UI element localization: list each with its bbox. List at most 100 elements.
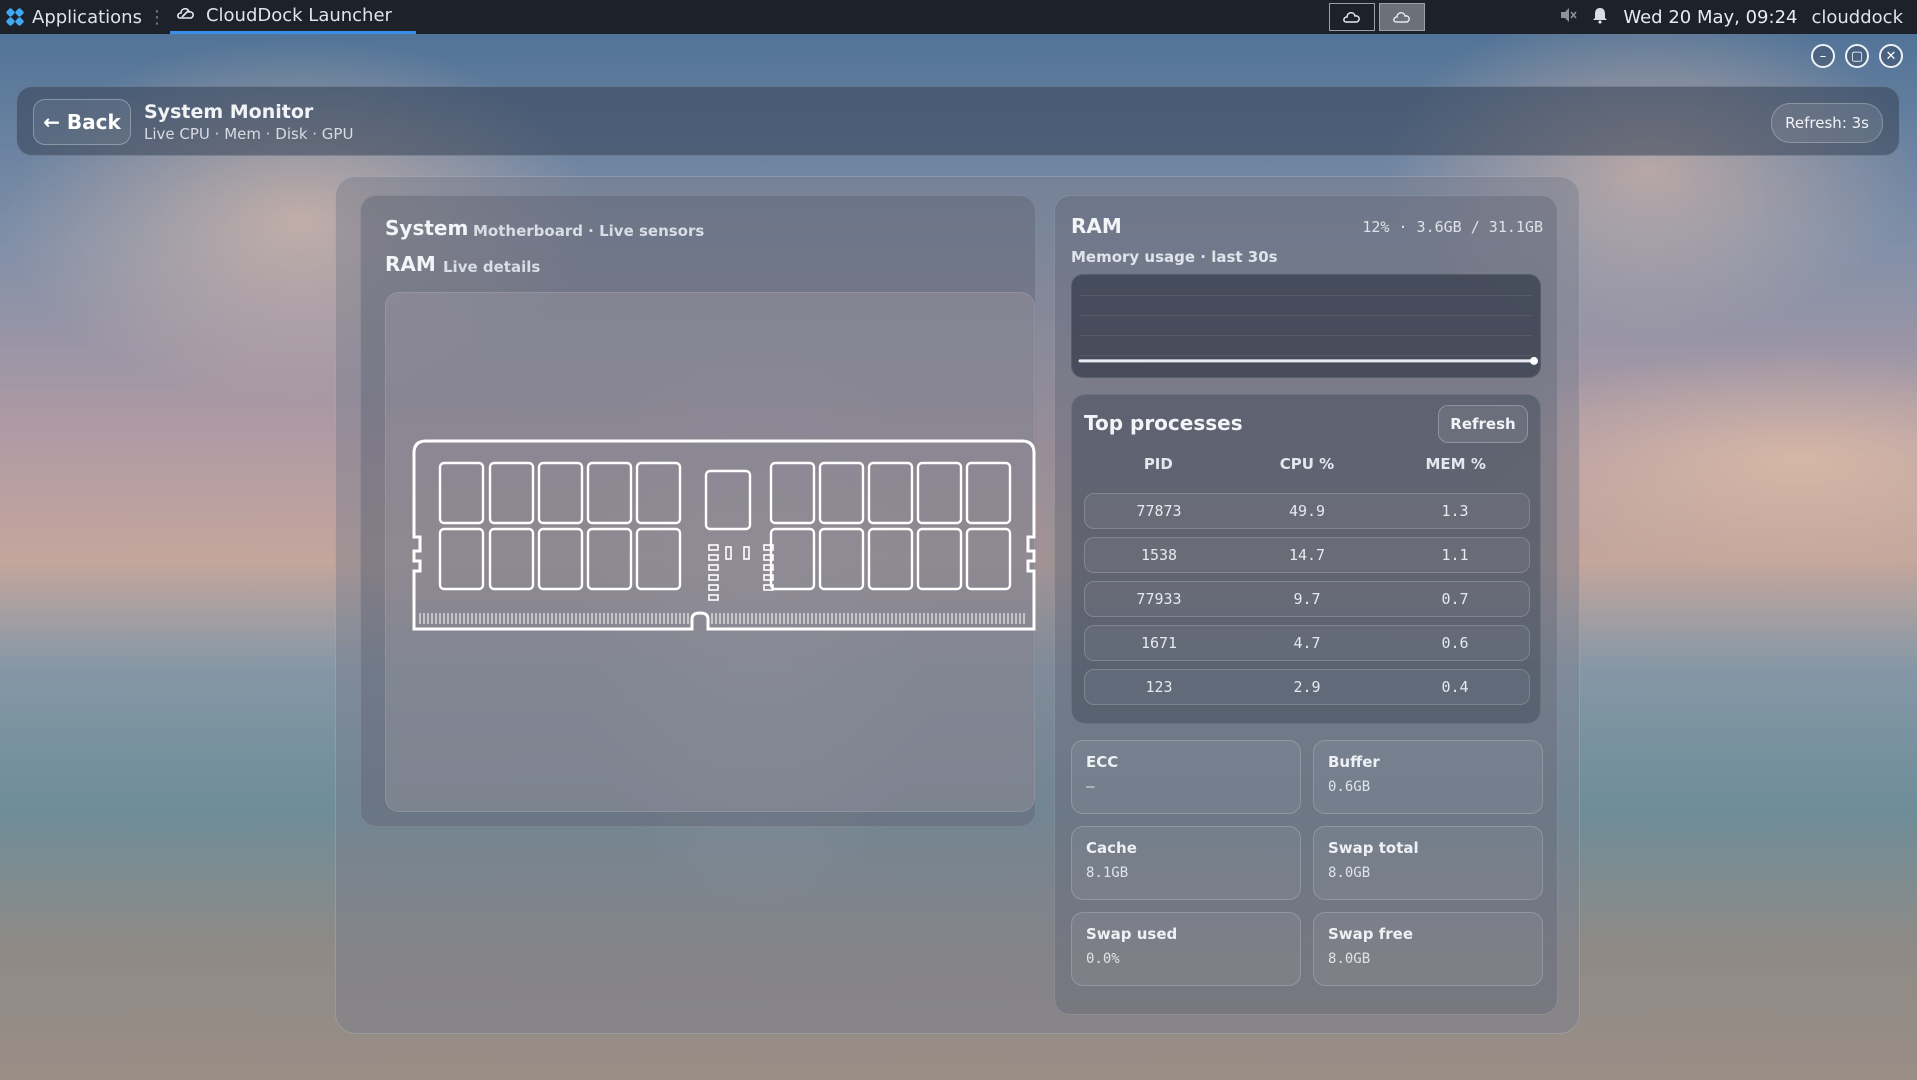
username[interactable]: clouddock (1811, 7, 1903, 28)
taskbar-task-clouddock[interactable]: CloudDock Launcher (169, 0, 416, 34)
mem-cell: 1.1 (1441, 546, 1469, 564)
main-panel: System Motherboard · Live sensors RAM Li… (335, 176, 1580, 1034)
ram-visual-area (385, 292, 1036, 812)
memory-chip (769, 461, 816, 525)
stat-swap-free: Swap free 8.0GB (1313, 912, 1543, 986)
stat-swap-total: Swap total 8.0GB (1313, 826, 1543, 900)
task-label: CloudDock Launcher (205, 5, 392, 26)
pid-cell: 77873 (1136, 502, 1182, 520)
stat-label: Swap used (1086, 925, 1178, 943)
stat-label: Swap free (1328, 925, 1414, 943)
memory-stats-grid: ECC – Buffer 0.6GB Cache 8.1GB Swap tota… (1071, 740, 1543, 986)
mem-cell: 1.3 (1441, 502, 1469, 520)
cloud-icon (1343, 12, 1361, 23)
top-processes-card: Top processes Refresh PID CPU % MEM % 77… (1071, 394, 1541, 724)
memory-chip (488, 527, 535, 591)
clock[interactable]: Wed 20 May, 09:24 (1623, 7, 1797, 28)
processes-table-header: PID CPU % MEM % (1084, 455, 1530, 473)
page-subtitle: Live CPU · Mem · Disk · GPU (144, 125, 354, 143)
memory-chip (635, 527, 682, 591)
taskbar-separator: ⋮ (147, 6, 166, 28)
memory-chip (438, 461, 485, 525)
ram-usage-summary: 12% · 3.6GB / 31.1GB (1362, 218, 1543, 236)
table-row[interactable]: 77873 49.9 1.3 (1084, 493, 1530, 529)
memory-chip (965, 461, 1012, 525)
app-header: ← Back System Monitor Live CPU · Mem · D… (16, 86, 1900, 156)
system-subtitle: Motherboard · Live sensors (473, 222, 705, 240)
top-processes-title: Top processes (1084, 411, 1243, 435)
stat-ecc: ECC – (1071, 740, 1301, 814)
memory-chip (488, 461, 535, 525)
table-row[interactable]: 123 2.9 0.4 (1084, 669, 1530, 705)
table-row[interactable]: 1671 4.7 0.6 (1084, 625, 1530, 661)
cloud-icon (1393, 12, 1411, 23)
stat-label: ECC (1086, 753, 1119, 771)
memory-chip (586, 461, 633, 525)
cpu-cell: 49.9 (1288, 502, 1326, 520)
memory-chip (867, 527, 914, 591)
applications-label: Applications (32, 6, 142, 28)
memory-chip (537, 461, 584, 525)
memory-chip (867, 461, 914, 525)
column-header-cpu[interactable]: CPU % (1233, 455, 1382, 473)
cpu-cell: 4.7 (1293, 634, 1321, 652)
pid-cell: 123 (1145, 678, 1173, 696)
stat-buffer: Buffer 0.6GB (1313, 740, 1543, 814)
back-button[interactable]: ← Back (33, 99, 131, 145)
memory-chip (916, 527, 963, 591)
close-icon[interactable]: ✕ (1879, 44, 1903, 68)
system-card: System Motherboard · Live sensors RAM Li… (360, 195, 1036, 827)
stat-value: – (1086, 779, 1095, 795)
memory-graph-label: Memory usage · last 30s (1071, 248, 1278, 266)
stat-value: 8.0GB (1328, 865, 1371, 881)
workspace-1-button[interactable] (1329, 3, 1376, 31)
memory-usage-point (1530, 356, 1538, 365)
window-controls: – ▢ ✕ (1811, 44, 1903, 68)
ram-details-card: RAM 12% · 3.6GB / 31.1GB Memory usage · … (1054, 195, 1558, 1015)
mem-cell: 0.7 (1441, 590, 1469, 608)
pid-cell: 77933 (1136, 590, 1182, 608)
stat-value: 0.6GB (1328, 779, 1371, 795)
stat-value: 0.0% (1086, 951, 1120, 967)
memory-chip (769, 527, 816, 591)
memory-chip (818, 527, 865, 591)
spd-chip (704, 469, 752, 531)
stat-label: Cache (1086, 839, 1137, 857)
muted-speaker-icon[interactable] (1559, 6, 1577, 29)
memory-chip (916, 461, 963, 525)
column-header-pid[interactable]: PID (1084, 455, 1233, 473)
memory-chip (818, 461, 865, 525)
stat-cache: Cache 8.1GB (1071, 826, 1301, 900)
stat-label: Swap total (1328, 839, 1419, 857)
cpu-cell: 2.9 (1293, 678, 1321, 696)
maximize-icon[interactable]: ▢ (1845, 44, 1869, 68)
memory-chip (438, 527, 485, 591)
system-tray: Wed 20 May, 09:24 clouddock (1329, 0, 1917, 34)
table-row[interactable]: 77933 9.7 0.7 (1084, 581, 1530, 617)
applications-menu[interactable]: Applications (0, 0, 142, 34)
workspace-switcher (1329, 3, 1426, 31)
column-header-mem[interactable]: MEM % (1381, 455, 1530, 473)
cpu-cell: 14.7 (1288, 546, 1326, 564)
stat-value: 8.1GB (1086, 865, 1129, 881)
taskbar: Applications ⋮ CloudDock Launcher Wed 20… (0, 0, 1917, 34)
refresh-interval-button[interactable]: Refresh: 3s (1771, 103, 1883, 143)
workspace-2-button[interactable] (1379, 3, 1426, 31)
table-row[interactable]: 1538 14.7 1.1 (1084, 537, 1530, 573)
system-title: System (385, 216, 469, 240)
processes-refresh-button[interactable]: Refresh (1438, 405, 1528, 443)
ram-module-illustration (412, 439, 1036, 631)
processes-table-body: 77873 49.9 1.3 1538 14.7 1.1 77933 9.7 0… (1084, 493, 1530, 713)
stat-label: Buffer (1328, 753, 1380, 771)
notification-bell-icon[interactable] (1591, 6, 1609, 29)
ram-title: RAM (1071, 214, 1122, 238)
memory-chip (965, 527, 1012, 591)
cpu-cell: 9.7 (1293, 590, 1321, 608)
memory-chip (635, 461, 682, 525)
memory-chip (586, 527, 633, 591)
mem-cell: 0.6 (1441, 634, 1469, 652)
minimize-icon[interactable]: – (1811, 44, 1835, 68)
applications-icon (5, 7, 25, 27)
clouddock-icon (176, 5, 196, 26)
stat-swap-used: Swap used 0.0% (1071, 912, 1301, 986)
